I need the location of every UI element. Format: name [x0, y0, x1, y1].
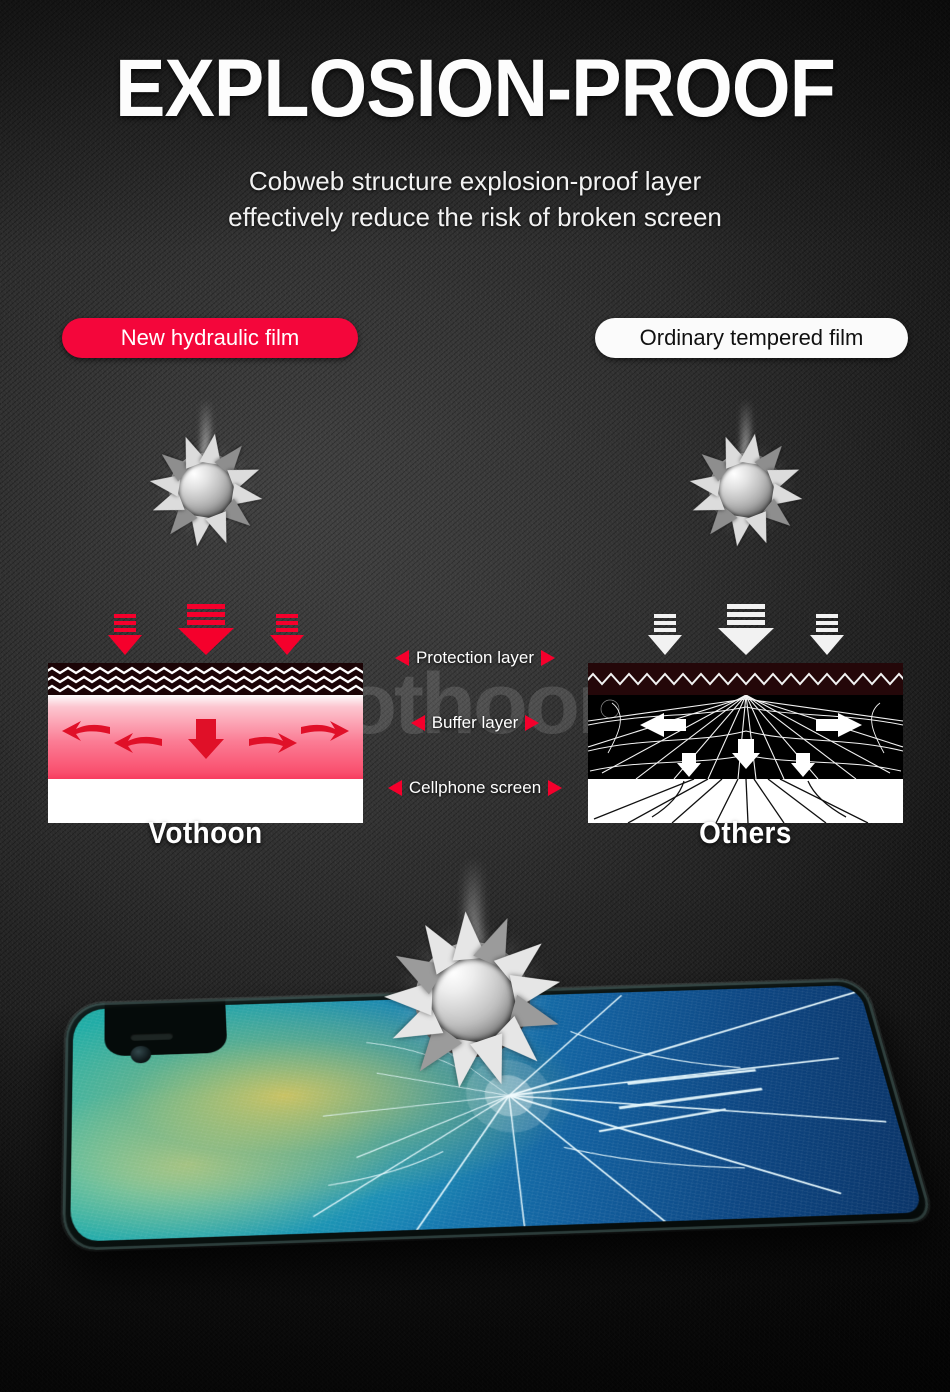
phone-hero	[0, 858, 950, 1300]
comparison-panel-others: Others	[588, 399, 903, 850]
shattered-buffer-layer-others	[588, 695, 903, 779]
layer-stack-others	[588, 663, 903, 823]
triangle-right-icon	[548, 780, 563, 796]
zigzag-pattern-icon	[48, 675, 363, 684]
protection-layer-vothoon	[48, 663, 363, 695]
spiked-ball-icon	[382, 858, 564, 1091]
triangle-right-icon	[525, 715, 540, 731]
comparison-panel-vothoon: Vothoon	[48, 399, 363, 850]
badge-new-hydraulic-film: New hydraulic film	[62, 318, 358, 358]
impact-ball-left-wrap	[48, 399, 363, 595]
force-dispersion-arrows	[62, 719, 349, 759]
triangle-left-icon	[410, 715, 425, 731]
buffer-layer-vothoon	[48, 695, 363, 779]
layer-label-cellphone-screen: Cellphone screen	[370, 778, 580, 798]
layer-label-text: Protection layer	[415, 648, 535, 667]
triangle-left-icon	[394, 650, 409, 666]
page-subtitle: Cobweb structure explosion-proof layer e…	[228, 166, 722, 232]
down-arrow-icon	[809, 614, 844, 655]
layer-label-protection: Protection layer	[370, 648, 580, 668]
protection-layer-others	[588, 663, 903, 695]
badge-left-label: New hydraulic film	[120, 325, 300, 350]
brand-label-vothoon: Vothoon	[148, 815, 263, 850]
badge-right-label: Ordinary tempered film	[639, 325, 864, 350]
ad-banner: EXPLOSION-PROOF Cobweb structure explosi…	[0, 0, 950, 1392]
down-arrow-icon	[107, 614, 142, 655]
crack-pattern-icon	[588, 695, 903, 779]
right-arrow-icon	[816, 713, 862, 737]
zigzag-pattern-icon	[588, 672, 903, 686]
spiked-ball-icon	[147, 399, 264, 549]
down-arrow-icon	[177, 604, 234, 655]
left-arrow-icon	[114, 733, 162, 753]
page-title: EXPLOSION-PROOF	[115, 43, 836, 134]
layer-label-text: Buffer layer	[431, 713, 519, 732]
down-arrow-icon	[677, 753, 701, 777]
right-arrow-icon	[301, 721, 349, 741]
right-arrow-icon	[249, 733, 297, 753]
zigzag-pattern-icon	[48, 666, 363, 675]
triangle-left-icon	[387, 780, 402, 796]
layer-stack-vothoon	[48, 663, 363, 823]
zigzag-pattern-icon	[48, 684, 363, 693]
left-arrow-icon	[640, 713, 686, 737]
impact-arrows-right	[588, 595, 903, 655]
badge-ordinary-tempered-film: Ordinary tempered film	[595, 318, 908, 358]
down-arrow-icon	[269, 614, 304, 655]
down-arrow-icon	[791, 753, 815, 777]
left-arrow-icon	[62, 721, 110, 741]
layer-label-text: Cellphone screen	[408, 778, 542, 797]
down-arrow-icon	[732, 739, 760, 769]
spiked-ball-icon	[687, 399, 804, 549]
down-arrow-icon	[647, 614, 682, 655]
down-arrow-icon	[188, 719, 224, 759]
impact-arrows-left	[48, 595, 363, 655]
down-arrow-icon	[717, 604, 774, 655]
triangle-right-icon	[541, 650, 556, 666]
brand-label-others: Others	[699, 815, 792, 850]
impact-ball-right-wrap	[588, 399, 903, 595]
layer-label-buffer: Buffer layer	[370, 713, 580, 733]
